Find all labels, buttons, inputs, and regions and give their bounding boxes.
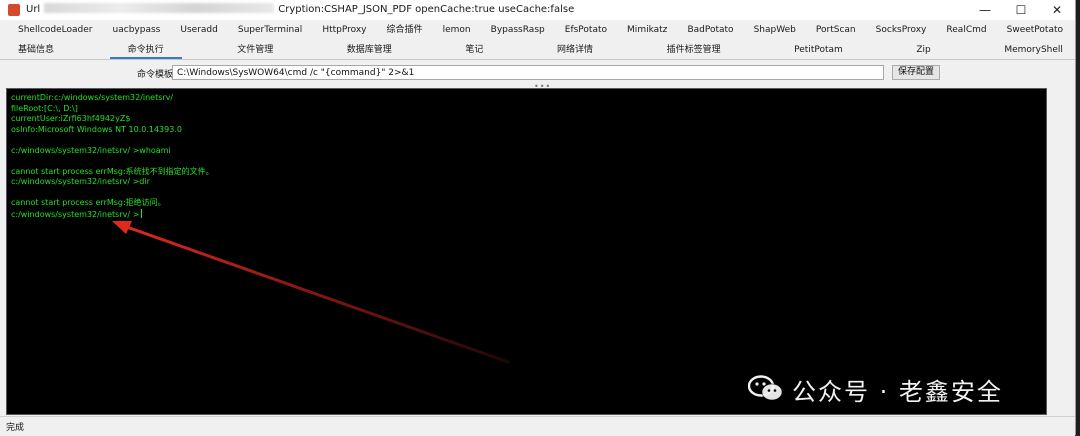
watermark-text: 公众号 · 老鑫安全 xyxy=(792,377,1003,406)
wechat-icon xyxy=(747,375,784,403)
watermark: 公众号 · 老鑫安全 xyxy=(747,372,1003,406)
annotation-arrow xyxy=(112,221,510,364)
